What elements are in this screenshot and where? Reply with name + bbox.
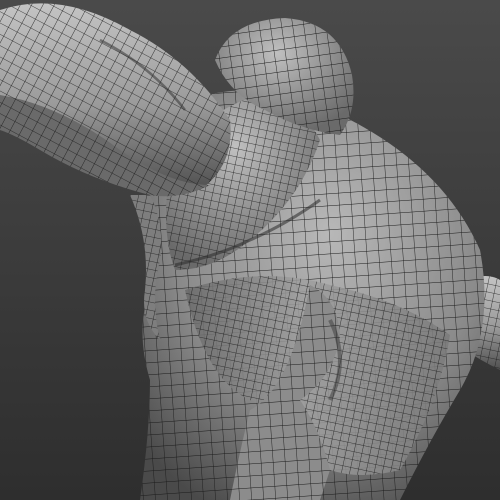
sculpt-wireframe-render: [0, 0, 500, 500]
3d-viewport[interactable]: [0, 0, 500, 500]
